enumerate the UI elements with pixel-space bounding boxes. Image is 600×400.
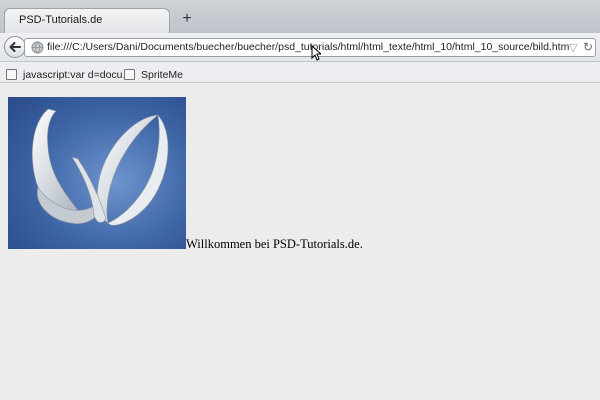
bookmark-label: SpriteMe [141,68,184,81]
bookmark-label: javascript:var d=docu... [23,68,132,81]
back-button[interactable] [4,36,26,58]
tab-strip: PSD-Tutorials.de + [0,0,600,33]
url-text: file:///C:/Users/Dani/Documents/buecher/… [47,41,570,53]
tab-title: PSD-Tutorials.de [19,14,103,26]
mouse-cursor-icon [311,45,321,61]
plus-icon: + [182,10,192,27]
url-bar[interactable]: file:///C:/Users/Dani/Documents/buecher/… [24,38,596,57]
navigation-bar: file:///C:/Users/Dani/Documents/buecher/… [0,33,600,62]
reload-icon[interactable]: ↻ [583,40,593,54]
bookmark-javascript[interactable]: javascript:var d=docu... [6,66,132,81]
new-tab-button[interactable]: + [180,10,194,27]
butterfly-logo-image [8,97,186,249]
bookmark-page-icon [6,69,17,81]
welcome-text: Willkommen bei PSD-Tutorials.de. [186,237,363,251]
back-arrow-icon [9,42,21,52]
dropdown-arrow-icon[interactable]: ▽ [569,41,577,54]
bookmarks-toolbar: javascript:var d=docu... SpriteMe [0,62,600,83]
browser-tab[interactable]: PSD-Tutorials.de [4,8,170,33]
globe-icon [31,41,44,54]
bookmark-spriteme[interactable]: SpriteMe [124,66,184,81]
bookmark-page-icon [124,69,135,81]
page-content: Willkommen bei PSD-Tutorials.de. [0,83,600,400]
